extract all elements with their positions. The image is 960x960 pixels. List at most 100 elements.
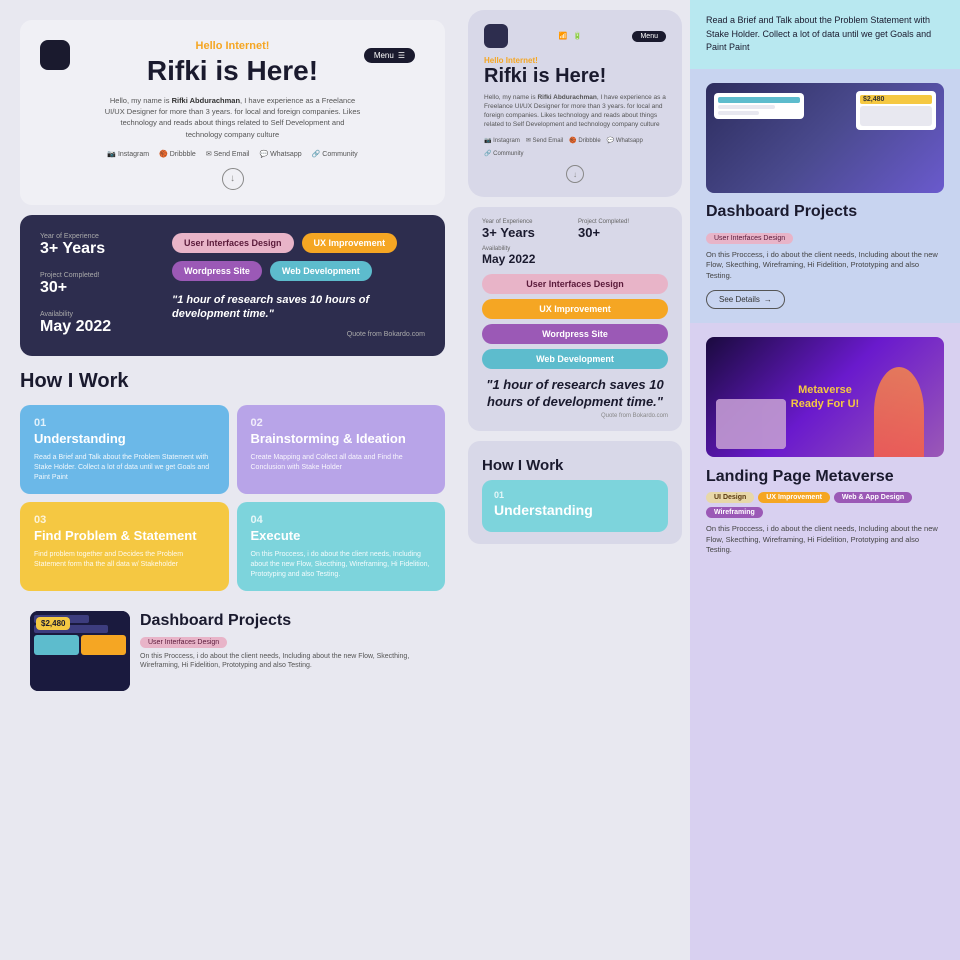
tablet-screen <box>716 399 786 449</box>
step-3-name: Find Problem & Statement <box>34 528 215 544</box>
hero-card: Menu ☰ Hello Internet! Rifki is Here! He… <box>20 20 445 205</box>
dashboard-thumbnail: $2,480 <box>30 611 130 691</box>
availability-value: May 2022 <box>40 318 160 336</box>
dp-stat-amount: $2,480 <box>860 95 932 104</box>
dp-sidebar <box>714 93 804 119</box>
dashboard-projects-card: $2,480 Dashboard Projects User Interface… <box>690 69 960 324</box>
battery-icon: 🔋 <box>573 32 582 40</box>
mobile-link-email[interactable]: ✉ Send Email <box>526 137 563 144</box>
menu-button[interactable]: Menu ☰ <box>364 48 415 63</box>
link-instagram[interactable]: 📷 Instagram <box>107 150 149 158</box>
mobile-step-1-num: 01 <box>494 490 656 500</box>
step-find-problem: 03 Find Problem & Statement Find problem… <box>20 502 229 591</box>
step-2-desc: Create Mapping and Collect all data and … <box>251 453 432 473</box>
mobile-frame: 📶 🔋 Menu Hello Internet! Rifki is Here! … <box>468 10 682 197</box>
top-info-text: Read a Brief and Talk about the Problem … <box>706 14 944 55</box>
metaverse-title: Landing Page Metaverse <box>706 467 944 486</box>
availability-label: Availability <box>40 311 160 318</box>
column-2-mobile: 📶 🔋 Menu Hello Internet! Rifki is Here! … <box>460 0 690 960</box>
mobile-skill-wp[interactable]: Wordpress Site <box>482 324 668 344</box>
mobile-link-instagram[interactable]: 📷 Instagram <box>484 137 520 144</box>
steps-grid: 01 Understanding Read a Brief and Talk a… <box>20 405 445 591</box>
experience-stat: Year of Experience 3+ Years <box>40 233 160 258</box>
scroll-button[interactable]: ↓ <box>222 168 244 190</box>
quote-source: Quote from Bokardo.com <box>172 331 425 338</box>
see-details-label: See Details <box>719 295 760 304</box>
mobile-status: 📶 🔋 <box>559 32 582 40</box>
dashboard-projects-tag: User Interfaces Design <box>706 233 793 244</box>
mobile-step-1-name: Understanding <box>494 502 656 518</box>
mobile-step-1: 01 Understanding <box>482 480 668 532</box>
mobile-availability: Availability May 2022 <box>482 246 668 266</box>
metaverse-img-title: Metaverse <box>798 384 852 396</box>
dash-block-2 <box>81 635 126 655</box>
column-1: Menu ☰ Hello Internet! Rifki is Here! He… <box>0 0 460 960</box>
availability-stat: Availability May 2022 <box>40 311 160 336</box>
skill-ux-improvement[interactable]: UX Improvement <box>302 233 398 253</box>
wifi-icon: 📶 <box>559 32 568 40</box>
mobile-quote-source: Quote from Bokardo.com <box>482 413 668 419</box>
link-dribbble[interactable]: 🏀 Dribbble <box>159 150 196 158</box>
mobile-skill-ux[interactable]: UX Improvement <box>482 299 668 319</box>
dash-blocks <box>34 635 126 655</box>
mobile-links: 📷 Instagram ✉ Send Email 🏀 Dribbble 💬 Wh… <box>484 137 666 157</box>
mobile-skill-web[interactable]: Web Development <box>482 349 668 369</box>
dp-sidebar-item-3 <box>718 111 759 115</box>
mobile-menu-button[interactable]: Menu <box>632 31 666 42</box>
metaverse-tag-web: Web & App Design <box>834 492 912 503</box>
top-info-card: Read a Brief and Talk about the Problem … <box>690 0 960 69</box>
how-i-work-title-wrapper: How I Work <box>20 366 445 395</box>
stats-column: Year of Experience 3+ Years Project Comp… <box>40 233 160 339</box>
mobile-link-whatsapp[interactable]: 💬 Whatsapp <box>607 137 643 144</box>
tablet-mockup <box>716 399 786 449</box>
experience-value: 3+ Years <box>40 240 160 258</box>
step-3-num: 03 <box>34 514 215 526</box>
mini-dashboard-visual: $2,480 <box>30 611 130 691</box>
experience-label: Year of Experience <box>40 233 160 240</box>
link-community[interactable]: 🔗 Community <box>312 150 358 158</box>
dp-main-area: $2,480 <box>856 91 936 130</box>
mobile-avail-value: May 2022 <box>482 252 668 266</box>
link-whatsapp[interactable]: 💬 Whatsapp <box>259 150 301 158</box>
mobile-logo <box>484 24 508 48</box>
dashboard-bottom-tag: User Interfaces Design <box>140 637 227 648</box>
mobile-link-dribbble[interactable]: 🏀 Dribbble <box>569 137 600 144</box>
step-understanding: 01 Understanding Read a Brief and Talk a… <box>20 405 229 494</box>
mobile-skill-ui[interactable]: User Interfaces Design <box>482 274 668 294</box>
dp-chart <box>860 106 932 126</box>
hero-title: Rifki is Here! <box>50 56 415 87</box>
menu-icon: ☰ <box>398 51 405 60</box>
dashboard-projects-desc: On this Proccess, i do about the client … <box>706 250 944 282</box>
metaverse-card: Metaverse Ready For U! Landing Page Meta… <box>690 323 960 960</box>
step-1-num: 01 <box>34 417 215 429</box>
stats-skills-section: Year of Experience 3+ Years Project Comp… <box>20 215 445 357</box>
link-email[interactable]: ✉ Send Email <box>206 150 250 158</box>
step-2-num: 02 <box>251 417 432 429</box>
see-details-button[interactable]: See Details → <box>706 290 785 309</box>
step-4-name: Execute <box>251 528 432 544</box>
skill-ui-design[interactable]: User Interfaces Design <box>172 233 294 253</box>
mobile-skills: User Interfaces Design UX Improvement Wo… <box>482 274 668 369</box>
logo <box>40 40 70 70</box>
metaverse-image: Metaverse Ready For U! <box>706 337 944 457</box>
metaverse-tag-wire: Wireframing <box>706 507 763 518</box>
step-2-name: Brainstorming & Ideation <box>251 431 432 447</box>
step-execute: 04 Execute On this Proccess, i do about … <box>237 502 446 591</box>
hero-hello: Hello Internet! <box>50 40 415 52</box>
how-i-work-title: How I Work <box>20 366 445 395</box>
skill-wordpress[interactable]: Wordpress Site <box>172 261 262 281</box>
dp-sidebar-item-2 <box>718 105 775 109</box>
mobile-scroll[interactable]: ↓ <box>566 165 584 183</box>
metaverse-img-subtitle: Ready For U! <box>791 398 859 410</box>
dashboard-card-bottom: $2,480 Dashboard Projects User Interface… <box>20 601 445 701</box>
mobile-link-community[interactable]: 🔗 Community <box>484 150 523 157</box>
mobile-how-title: How I Work <box>482 457 668 474</box>
step-brainstorming: 02 Brainstorming & Ideation Create Mappi… <box>237 405 446 494</box>
skill-web-dev[interactable]: Web Development <box>270 261 372 281</box>
hero-description: Hello, my name is Rifki Abdurachman, I h… <box>103 95 363 140</box>
metaverse-image-content: Metaverse Ready For U! <box>791 383 859 412</box>
mobile-quote: "1 hour of research saves 10 hours of de… <box>482 377 668 411</box>
mobile-proj-value: 30+ <box>578 225 668 240</box>
hero-links: 📷 Instagram 🏀 Dribbble ✉ Send Email 💬 Wh… <box>50 150 415 158</box>
dashboard-projects-title: Dashboard Projects <box>706 203 944 221</box>
